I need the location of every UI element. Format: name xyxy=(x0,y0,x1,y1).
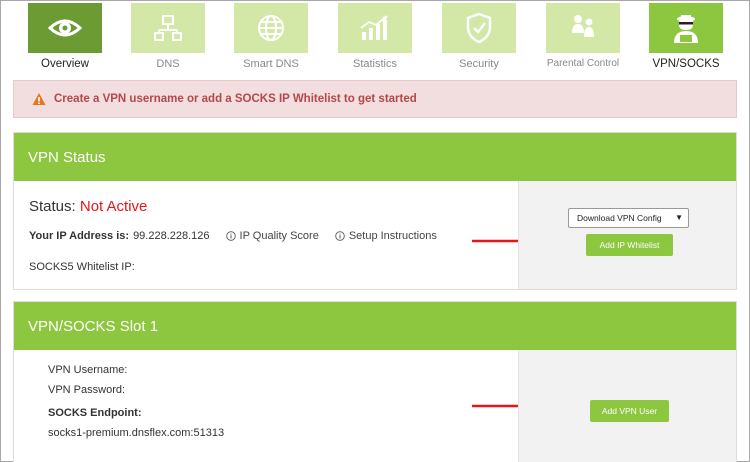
status-label: Status: xyxy=(29,198,76,215)
ip-line: Your IP Address is: 99.228.228.126 IP Qu… xyxy=(29,230,437,242)
vpn-status-panel: VPN Status Status: Not Active Your IP Ad… xyxy=(13,132,737,290)
nav-parental-control[interactable]: Parental Control xyxy=(546,3,620,75)
info-icon xyxy=(335,231,345,241)
network-icon xyxy=(154,15,182,41)
nav-tile xyxy=(649,3,723,53)
select-value: Download VPN Config xyxy=(577,213,662,223)
panel-header: VPN/SOCKS Slot 1 xyxy=(14,302,736,350)
socks-endpoint-label: SOCKS Endpoint: xyxy=(48,407,142,419)
nav-label: DNS xyxy=(156,58,180,70)
nav-dns[interactable]: DNS xyxy=(131,3,205,75)
nav-security[interactable]: Security xyxy=(442,3,516,75)
ip-value: 99.228.228.126 xyxy=(133,230,210,242)
panel-body: VPN Username: VPN Password: SOCKS Endpoi… xyxy=(14,350,736,462)
family-icon xyxy=(572,15,594,37)
download-vpn-config-select[interactable]: Download VPN Config ▼ xyxy=(568,208,689,228)
socks-whitelist-label: SOCKS5 Whitelist IP: xyxy=(29,261,135,273)
nav-tile xyxy=(546,3,620,53)
nav-label: Smart DNS xyxy=(243,58,299,70)
eye-icon xyxy=(48,19,82,37)
nav-smart-dns[interactable]: Smart DNS xyxy=(234,3,308,75)
ip-label: Your IP Address is: xyxy=(29,230,130,242)
nav-label: VPN/SOCKS xyxy=(652,58,720,70)
alert-text: Create a VPN username or add a SOCKS IP … xyxy=(54,93,417,105)
nav-tile xyxy=(338,3,412,53)
ip-quality-link[interactable]: IP Quality Score xyxy=(225,230,319,242)
vpn-username-label: VPN Username: xyxy=(48,364,128,376)
panel-title: VPN/SOCKS Slot 1 xyxy=(28,317,159,335)
nav-tile xyxy=(28,3,102,53)
setup-instructions-link[interactable]: Setup Instructions xyxy=(335,230,437,242)
ip-quality-label: IP Quality Score xyxy=(239,230,319,242)
status-value: Not Active xyxy=(79,198,148,215)
info-icon xyxy=(225,231,236,241)
status-line: Status: Not Active xyxy=(29,198,147,215)
panel-title: VPN Status xyxy=(28,148,106,166)
nav-tile xyxy=(131,3,205,53)
alert-banner: Create a VPN username or add a SOCKS IP … xyxy=(13,80,737,118)
add-vpn-user-button[interactable]: Add VPN User xyxy=(590,400,669,422)
caret-down-icon: ▼ xyxy=(675,213,683,222)
hacker-icon xyxy=(674,15,698,43)
nav-label: Parental Control xyxy=(546,58,620,69)
nav-label: Statistics xyxy=(352,58,397,70)
globe-icon xyxy=(258,15,284,41)
chart-icon xyxy=(360,15,388,40)
vpn-socks-slot-panel: VPN/SOCKS Slot 1 VPN Username: VPN Passw… xyxy=(13,301,737,462)
nav-label: Security xyxy=(459,58,499,70)
nav-vpn-socks[interactable]: VPN/SOCKS xyxy=(649,3,723,75)
vpn-password-label: VPN Password: xyxy=(48,384,126,396)
socks-endpoint-value: socks1-premium.dnsflex.com:51313 xyxy=(48,427,225,439)
setup-instructions-label: Setup Instructions xyxy=(348,230,437,242)
nav-statistics[interactable]: Statistics xyxy=(338,3,412,75)
shield-icon xyxy=(466,12,492,44)
nav-tile xyxy=(234,3,308,53)
top-nav: Overview DNS Smart DNS Statistics Securi… xyxy=(1,1,749,79)
nav-overview[interactable]: Overview xyxy=(28,3,102,75)
panel-header: VPN Status xyxy=(14,133,736,181)
nav-label: Overview xyxy=(41,58,89,70)
add-ip-whitelist-button[interactable]: Add IP Whitelist xyxy=(586,234,673,256)
nav-tile xyxy=(442,3,516,53)
panel-body: Status: Not Active Your IP Address is: 9… xyxy=(14,181,736,289)
warning-icon xyxy=(32,93,46,105)
